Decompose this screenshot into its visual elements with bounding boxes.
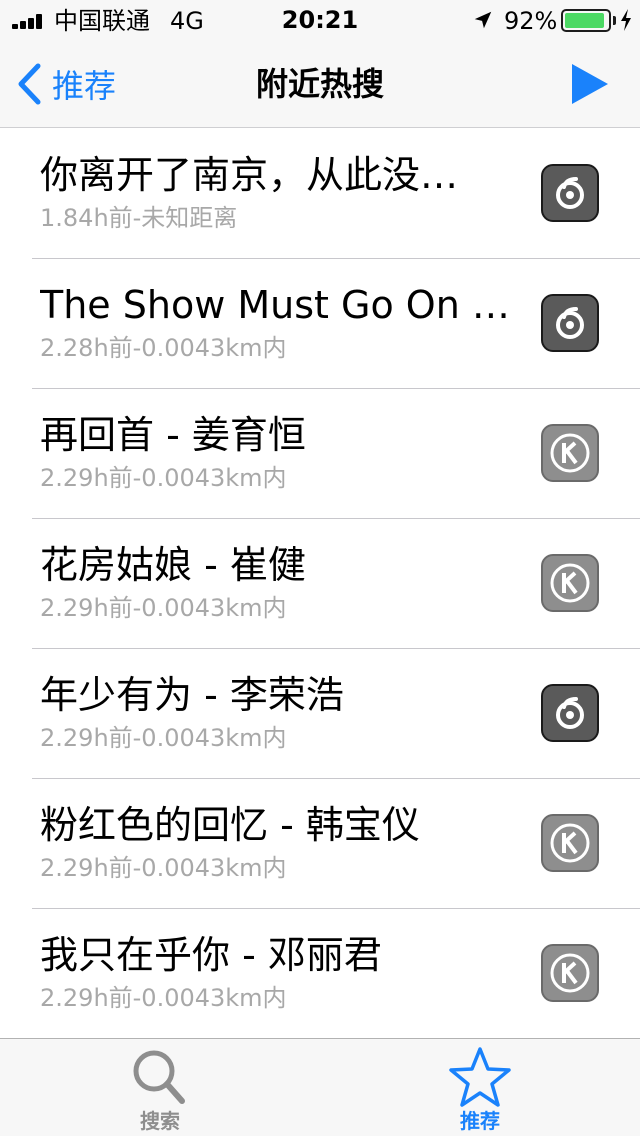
kugou-icon: [541, 814, 599, 872]
kugou-icon: [541, 424, 599, 482]
netease-music-icon: [541, 684, 599, 742]
list-item[interactable]: 你离开了南京，从此没… 1.84h前-未知距离: [0, 129, 640, 259]
location-arrow-icon: [474, 11, 492, 29]
song-meta: 2.29h前-0.0043km内: [40, 724, 287, 752]
song-title: 再回首 - 姜育恒: [40, 413, 306, 457]
battery-tip: [613, 16, 616, 25]
song-title: 你离开了南京，从此没…: [40, 153, 459, 197]
tab-recommend[interactable]: 推荐: [380, 1039, 580, 1136]
list-item[interactable]: 我只在乎你 - 邓丽君 2.29h前-0.0043km内: [0, 909, 640, 1039]
list-item[interactable]: 粉红色的回忆 - 韩宝仪 2.29h前-0.0043km内: [0, 779, 640, 909]
song-meta: 2.29h前-0.0043km内: [40, 984, 287, 1012]
tab-recommend-label: 推荐: [460, 1109, 500, 1133]
search-icon: [133, 1050, 185, 1104]
star-icon: [449, 1047, 511, 1107]
tab-search[interactable]: 搜索: [60, 1039, 260, 1136]
list-item[interactable]: 年少有为 - 李荣浩 2.29h前-0.0043km内: [0, 649, 640, 779]
battery-icon: [561, 9, 611, 32]
song-title: 花房姑娘 - 崔健: [40, 543, 306, 587]
song-title: 粉红色的回忆 - 韩宝仪: [40, 803, 420, 847]
song-list: 你离开了南京，从此没… 1.84h前-未知距离 The Show Must Go…: [0, 129, 640, 1039]
status-bar: 中国联通 4G 20:21 92%: [0, 0, 640, 40]
netease-music-icon: [541, 164, 599, 222]
song-meta: 2.29h前-0.0043km内: [40, 464, 287, 492]
page-title: 附近热搜: [255, 65, 384, 103]
list-item[interactable]: The Show Must Go On - P… 2.28h前-0.0043km…: [0, 259, 640, 389]
charging-bolt-icon: [621, 9, 631, 31]
list-item[interactable]: 再回首 - 姜育恒 2.29h前-0.0043km内: [0, 389, 640, 519]
tab-bar: 搜索 推荐: [0, 1038, 640, 1136]
play-icon[interactable]: [570, 62, 610, 106]
kugou-icon: [541, 944, 599, 1002]
song-meta: 2.29h前-0.0043km内: [40, 594, 287, 622]
list-item[interactable]: 花房姑娘 - 崔健 2.29h前-0.0043km内: [0, 519, 640, 649]
song-title: 年少有为 - 李荣浩: [40, 673, 344, 717]
song-title: 我只在乎你 - 邓丽君: [40, 933, 382, 977]
navigation-bar: 推荐 附近热搜: [0, 40, 640, 128]
song-title: The Show Must Go On - P…: [40, 283, 520, 327]
tab-search-label: 搜索: [140, 1109, 180, 1133]
song-meta: 2.28h前-0.0043km内: [40, 334, 287, 362]
song-meta: 2.29h前-0.0043km内: [40, 854, 287, 882]
song-meta: 1.84h前-未知距离: [40, 204, 238, 232]
netease-music-icon: [541, 294, 599, 352]
kugou-icon: [541, 554, 599, 612]
battery-percent: 92%: [504, 7, 558, 35]
battery-level-fill: [565, 13, 604, 28]
